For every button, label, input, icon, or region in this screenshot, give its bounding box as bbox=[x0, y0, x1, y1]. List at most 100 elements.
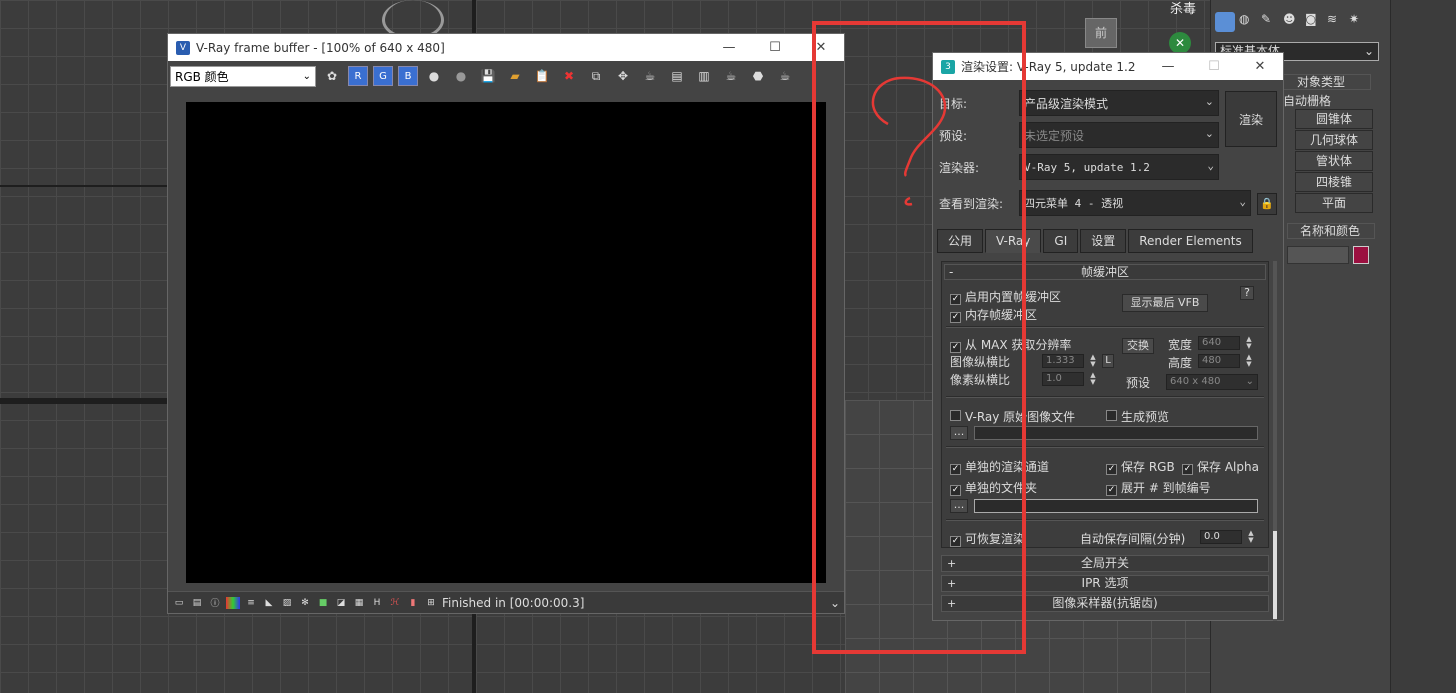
save-alpha-checkbox[interactable]: ✓ 保存 Alpha bbox=[1182, 458, 1259, 475]
height-label: 高度 bbox=[1168, 356, 1193, 370]
autosave-label: 自动保存间隔(分钟) bbox=[1080, 532, 1186, 546]
maximize-icon[interactable]: ☐ bbox=[752, 40, 798, 55]
renderer-dropdown[interactable]: V-Ray 5, update 1.2 ⌄ bbox=[1019, 154, 1219, 180]
channel-select[interactable]: RGB 颜色 ⌄ bbox=[170, 65, 316, 87]
minimize-icon[interactable]: — bbox=[1145, 59, 1191, 74]
view-to-render-dropdown[interactable]: 四元菜单 4 - 透视 ⌄ bbox=[1019, 190, 1251, 216]
spinner-arrows-icon[interactable]: ▲ ▼ bbox=[1088, 372, 1098, 386]
settings-icon[interactable]: ⊞ bbox=[424, 597, 438, 609]
lut-status-icon[interactable]: ▦ bbox=[352, 597, 366, 609]
color-wheel-icon[interactable]: ✿ bbox=[321, 65, 343, 87]
render-button-label: 渲染 bbox=[1238, 112, 1263, 127]
tab-gi[interactable]: GI bbox=[1043, 229, 1079, 253]
spinner-arrows-icon[interactable]: ▲ ▼ bbox=[1244, 336, 1254, 350]
width-input[interactable]: 640 bbox=[1198, 336, 1240, 350]
gen-preview-checkbox[interactable]: 生成预览 bbox=[1106, 408, 1169, 425]
blue-channel-button[interactable]: B bbox=[398, 66, 418, 86]
chevron-down-icon: ⌄ bbox=[1204, 95, 1214, 108]
lock-icon[interactable]: 🔒 bbox=[1257, 193, 1277, 215]
rs-scrollbar-thumb[interactable] bbox=[1273, 531, 1277, 619]
image-sampler-label: 图像采样器(抗锯齿) bbox=[1052, 596, 1158, 610]
render-canvas[interactable] bbox=[186, 102, 826, 583]
lock-aspect-button[interactable]: L bbox=[1102, 354, 1114, 368]
preset-dropdown[interactable]: 未选定预设 ⌄ bbox=[1019, 122, 1219, 148]
systems-icon[interactable]: ✷ bbox=[1349, 12, 1367, 34]
expand-frame-checkbox[interactable]: ✓ 展开 # 到帧编号 bbox=[1106, 479, 1211, 496]
display-icon[interactable]: ▭ bbox=[172, 597, 186, 609]
tab-settings[interactable]: 设置 bbox=[1080, 229, 1127, 253]
track-mouse-icon[interactable]: ✥ bbox=[612, 65, 634, 87]
spacewarps-icon[interactable]: ≋ bbox=[1327, 12, 1345, 34]
lens-icon[interactable]: ℋ bbox=[388, 597, 402, 609]
alpha-white-icon[interactable]: ● bbox=[423, 65, 445, 87]
save-icon[interactable]: 💾 bbox=[477, 65, 499, 87]
chevron-down-icon: ⌄ bbox=[1363, 44, 1374, 58]
bg-icon[interactable]: ▨ bbox=[280, 597, 294, 609]
green-channel-button[interactable]: G bbox=[373, 66, 393, 86]
shapes-icon[interactable]: ◍ bbox=[1239, 12, 1257, 34]
render-teapot-icon[interactable]: ☕ bbox=[720, 65, 742, 87]
clipboard-icon[interactable]: 📋 bbox=[531, 65, 553, 87]
show-last-vfb-button[interactable]: 显示最后 VFB bbox=[1122, 294, 1208, 312]
helpers-icon[interactable]: ◙ bbox=[1305, 12, 1323, 34]
plane-button[interactable]: 平面 bbox=[1295, 193, 1373, 213]
red-channel-button[interactable]: R bbox=[348, 66, 368, 86]
geometry-icon[interactable] bbox=[1215, 12, 1235, 32]
tube-button[interactable]: 管状体 bbox=[1295, 151, 1373, 171]
duplicate-icon[interactable]: ⧉ bbox=[585, 65, 607, 87]
chevron-down-icon: ⌄ bbox=[1207, 159, 1214, 172]
compare-icon[interactable]: ▮ bbox=[406, 597, 420, 609]
interactive-render-icon[interactable]: ☕ bbox=[774, 65, 796, 87]
tab-render-elements[interactable]: Render Elements bbox=[1128, 229, 1253, 253]
object-color-swatch[interactable] bbox=[1353, 246, 1369, 264]
vfb-statusbar: ▭ ▤ ⓘ ≡ ◣ ▨ ✻ ■ ◪ ▦ H ℋ ▮ ⊞ Finished in … bbox=[168, 591, 844, 613]
res-preset-dropdown[interactable]: 640 x 480 ⌄ bbox=[1166, 374, 1258, 390]
geosphere-button[interactable]: 几何球体 bbox=[1295, 130, 1373, 150]
clear-icon[interactable]: ✖ bbox=[558, 65, 580, 87]
help-button[interactable]: ? bbox=[1240, 286, 1254, 300]
lut-icon[interactable]: ▥ bbox=[693, 65, 715, 87]
shield-icon[interactable]: ✕ bbox=[1169, 32, 1191, 54]
swap-button[interactable]: 交换 bbox=[1122, 338, 1154, 354]
object-name-input[interactable] bbox=[1287, 246, 1349, 264]
target-dropdown[interactable]: 产品级渲染模式 ⌄ bbox=[1019, 90, 1219, 116]
maximize-icon[interactable]: ☐ bbox=[1191, 59, 1237, 74]
spinner-arrows-icon[interactable]: ▲ ▼ bbox=[1244, 354, 1254, 368]
mono-icon[interactable]: ● bbox=[450, 65, 472, 87]
pixel-aspect-input[interactable]: 1.0 bbox=[1042, 372, 1084, 386]
close-icon[interactable]: ✕ bbox=[1237, 59, 1283, 74]
spinner-arrows-icon[interactable]: ▲ ▼ bbox=[1246, 530, 1256, 544]
image-aspect-input[interactable]: 1.333 bbox=[1042, 354, 1084, 368]
autosave-input[interactable]: 0.0 bbox=[1200, 530, 1242, 544]
cone-button[interactable]: 圆锥体 bbox=[1295, 109, 1373, 129]
log-icon[interactable]: ▤ bbox=[190, 597, 204, 609]
hsl-icon[interactable]: ◪ bbox=[334, 597, 348, 609]
history-icon[interactable]: ▤ bbox=[666, 65, 688, 87]
channel-select-value: RGB 颜色 bbox=[175, 69, 229, 84]
save-rgb-label: 保存 RGB bbox=[1121, 460, 1175, 474]
height-input[interactable]: 480 bbox=[1198, 354, 1240, 368]
region-render-icon[interactable]: ☕ bbox=[639, 65, 661, 87]
stop-icon[interactable]: ⬣ bbox=[747, 65, 769, 87]
cameras-icon[interactable]: ☻ bbox=[1283, 12, 1301, 34]
target-value: 产品级渲染模式 bbox=[1024, 96, 1109, 111]
open-folder-icon[interactable]: ▰ bbox=[504, 65, 526, 87]
save-rgb-checkbox[interactable]: ✓ 保存 RGB bbox=[1106, 458, 1175, 475]
viewport-divider bbox=[0, 185, 167, 187]
pyramid-button[interactable]: 四棱锥 bbox=[1295, 172, 1373, 192]
render-button[interactable]: 渲染 bbox=[1225, 91, 1277, 147]
curve-icon[interactable]: ◣ bbox=[262, 597, 276, 609]
spinner-arrows-icon[interactable]: ▲ ▼ bbox=[1088, 354, 1098, 368]
hue-icon[interactable]: H bbox=[370, 597, 384, 609]
color-correction-icon[interactable] bbox=[226, 596, 240, 609]
viewcube[interactable]: 前 bbox=[1085, 18, 1117, 48]
chevron-down-icon: ⌄ bbox=[302, 70, 311, 82]
minimize-icon[interactable]: — bbox=[706, 40, 752, 55]
save-alpha-label: 保存 Alpha bbox=[1197, 460, 1259, 474]
autogrid-label: 自动栅格 bbox=[1283, 94, 1332, 108]
lights-icon[interactable]: ✎ bbox=[1261, 12, 1279, 34]
levels-icon[interactable]: ≡ bbox=[244, 597, 258, 609]
white-balance-icon[interactable]: ■ bbox=[316, 597, 330, 609]
exposure-icon[interactable]: ✻ bbox=[298, 597, 312, 609]
info-icon[interactable]: ⓘ bbox=[208, 597, 222, 609]
